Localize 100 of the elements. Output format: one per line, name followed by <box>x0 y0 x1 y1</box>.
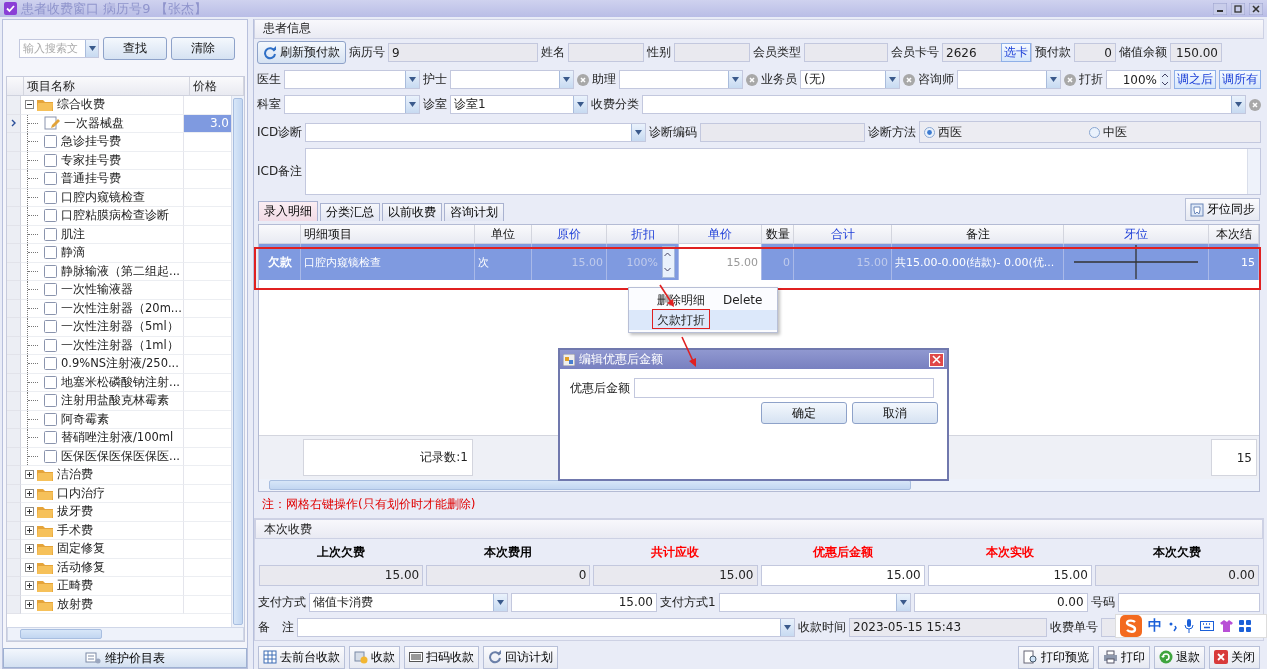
dropdown-field[interactable]: 储值卡消费 <box>309 592 508 612</box>
amount-field[interactable]: 15.00 <box>593 565 758 587</box>
tree-item[interactable]: 综合收费 <box>21 96 184 115</box>
tree-item[interactable]: 口腔粘膜病检查诊断 <box>21 207 184 226</box>
tooth-sync-button[interactable]: 牙位同步 <box>1185 198 1260 222</box>
tree-item[interactable]: 一次器械盘 <box>21 114 184 133</box>
field-label: 支付方式1 <box>660 593 716 611</box>
tree-item[interactable]: 普通挂号费 <box>21 170 184 189</box>
tree-item[interactable]: 医保医保医保医保医... <box>21 447 184 466</box>
section-header: 本次收费 <box>255 519 1263 540</box>
column-header[interactable]: 单价 <box>679 225 762 244</box>
column-header[interactable]: 数量 <box>762 225 794 244</box>
toolbar-button[interactable]: 回访计划 <box>483 645 558 669</box>
dropdown-field[interactable]: 诊室1 <box>450 95 588 115</box>
row-header: 欠款 <box>259 244 301 281</box>
tab[interactable]: 录入明细 <box>258 201 318 222</box>
tree-item[interactable]: 活动修复 <box>21 558 184 577</box>
ok-button[interactable]: 确定 <box>761 402 847 424</box>
column-header[interactable]: 合计 <box>794 225 892 244</box>
text-field[interactable]: 0 <box>1074 43 1116 63</box>
column-header[interactable]: 备注 <box>892 225 1064 244</box>
toolbar-button[interactable]: 收款 <box>349 645 400 669</box>
select-card-button[interactable]: 选卡 <box>1001 43 1031 63</box>
search-field[interactable]: 输入搜索文 <box>19 38 99 58</box>
column-header[interactable]: 折扣 <box>607 225 679 244</box>
tree-item[interactable]: 肌注 <box>21 225 184 244</box>
tree-item[interactable]: 0.9%NS注射液/250... <box>21 355 184 374</box>
toolbar-button[interactable]: 打印预览 <box>1018 645 1094 669</box>
tree-item[interactable]: 静脉输液（第二组起... <box>21 262 184 281</box>
column-header[interactable]: 单位 <box>475 225 532 244</box>
tree-item[interactable]: 替硝唑注射液/100ml <box>21 429 184 448</box>
cancel-button[interactable]: 取消 <box>852 402 938 424</box>
field-label: 助理 <box>592 71 616 89</box>
field-label: ICD诊断 <box>257 123 303 141</box>
tree-item[interactable]: 一次性输液器 <box>21 281 184 300</box>
tree-item[interactable]: 正畸费 <box>21 577 184 596</box>
dropdown-field[interactable]: (无) <box>800 70 900 90</box>
maintain-price-list-button[interactable]: 维护价目表 <box>3 648 247 668</box>
adjust-button[interactable]: 调之后 <box>1174 70 1216 90</box>
tree-item[interactable]: 静滴 <box>21 244 184 263</box>
amount-field[interactable]: 0.00 <box>1094 565 1259 587</box>
toolbar-button[interactable]: 关闭 <box>1209 645 1260 669</box>
text-field[interactable]: 2023-05-15 15:43 <box>849 617 1047 637</box>
menu-item[interactable]: 欠款打折 <box>629 310 777 330</box>
column-header[interactable]: 原价 <box>532 225 607 244</box>
refresh-prepaid-button[interactable]: 刷新预付款 <box>257 41 346 65</box>
toolbar-button[interactable]: 退款 <box>1154 645 1205 669</box>
tree-item[interactable]: 地塞米松磷酸钠注射... <box>21 373 184 392</box>
tree-item[interactable]: 一次性注射器（20m... <box>21 299 184 318</box>
field-label: 优惠后金额 <box>570 379 630 397</box>
spin-field[interactable]: 100% <box>1106 70 1171 90</box>
tree-item[interactable]: 一次性注射器（5ml） <box>21 318 184 337</box>
tree-item[interactable]: 放射费 <box>21 595 184 614</box>
tree-item[interactable]: 专家挂号费 <box>21 151 184 170</box>
text-field[interactable]: 2626 选卡 <box>942 43 1032 63</box>
amount-field[interactable]: 0 <box>426 565 591 587</box>
toolbar-button[interactable]: 打印 <box>1098 645 1150 669</box>
tree-item[interactable]: 口腔内窥镜检查 <box>21 188 184 207</box>
tab[interactable]: 分类汇总 <box>320 203 380 222</box>
toolbar-button[interactable]: 扫码收款 <box>404 645 479 669</box>
tab[interactable]: 咨询计划 <box>444 203 504 222</box>
column-header[interactable]: 价格 <box>190 77 244 95</box>
text-field[interactable]: 15.00 <box>511 592 657 612</box>
field-label: 会员类型 <box>753 44 801 62</box>
ime-mode[interactable]: 中 <box>1148 617 1162 635</box>
radio-option[interactable]: 西医 <box>924 123 1090 141</box>
tree-item[interactable]: 拔牙费 <box>21 503 184 522</box>
note-text: 注：网格右键操作(只有划价时才能删除) <box>261 496 477 513</box>
radio-option[interactable]: 中医 <box>1089 123 1128 141</box>
table-cell: 次 <box>475 244 532 281</box>
tree-item[interactable]: 手术费 <box>21 521 184 540</box>
text-field[interactable]: 150.00 <box>1170 43 1222 63</box>
tree-item[interactable]: 注射用盐酸克林霉素 <box>21 392 184 411</box>
tree-item[interactable]: 一次性注射器（1ml） <box>21 336 184 355</box>
tree-item[interactable]: 口内治疗 <box>21 484 184 503</box>
field-label: 医生 <box>257 71 281 89</box>
tree-item[interactable]: 洁治费 <box>21 466 184 485</box>
text-field[interactable]: 9 <box>388 43 538 63</box>
find-button[interactable]: 查找 <box>103 36 167 60</box>
amount-field[interactable]: 15.00 <box>760 565 925 587</box>
clear-button[interactable]: 清除 <box>171 36 235 60</box>
column-header[interactable]: 牙位 <box>1064 225 1209 244</box>
column-header[interactable]: 明细项目 <box>301 225 475 244</box>
tree-item[interactable]: 阿奇霉素 <box>21 410 184 429</box>
tree-item[interactable]: 固定修复 <box>21 540 184 559</box>
column-header[interactable]: 本次结 <box>1209 225 1259 244</box>
tab[interactable]: 以前收费 <box>382 203 442 222</box>
amount-field[interactable]: 15.00 <box>259 565 424 587</box>
field-label: ICD备注 <box>257 163 303 181</box>
tree-item[interactable]: 急诊挂号费 <box>21 133 184 152</box>
adjust-button[interactable]: 调所有 <box>1219 70 1261 90</box>
column-header[interactable]: 项目名称 <box>24 77 190 95</box>
field-label: 会员卡号 <box>891 44 939 62</box>
text-field[interactable]: 0.00 <box>913 592 1088 612</box>
table-cell: 共15.00-0.00(结款)- 0.00(优... <box>892 244 1064 281</box>
table-cell: 15 <box>1209 244 1259 281</box>
amount-field[interactable]: 15.00 <box>927 565 1092 587</box>
toolbar-button[interactable]: 去前台收款 <box>258 645 345 669</box>
field-label: 储值余额 <box>1119 44 1167 62</box>
section-header: 患者信息 <box>254 19 1264 39</box>
